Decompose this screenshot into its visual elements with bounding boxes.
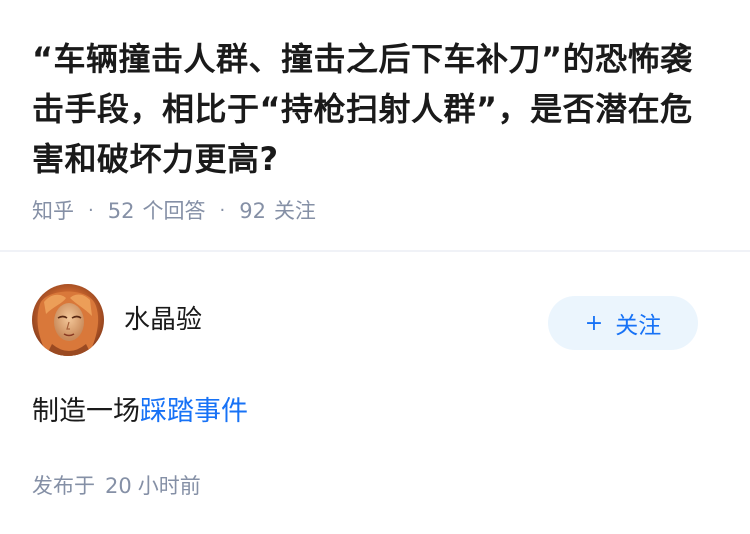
- question-meta: 知乎 · 52 个回答 · 92 关注: [32, 196, 718, 226]
- source-label[interactable]: 知乎: [32, 196, 74, 226]
- answers-label: 个回答: [142, 199, 206, 223]
- zhihu-answer-page: “车辆撞击人群、撞击之后下车补刀”的恐怖袭击手段，相比于“持枪扫射人群”，是否潜…: [0, 0, 750, 534]
- answer-text: 制造一场: [32, 396, 140, 427]
- plus-icon: +: [584, 310, 604, 336]
- separator-dot: ·: [88, 200, 94, 221]
- author-row: 水晶验 + 关注: [32, 284, 698, 356]
- question-title[interactable]: “车辆撞击人群、撞击之后下车补刀”的恐怖袭击手段，相比于“持枪扫射人群”，是否潜…: [32, 34, 718, 184]
- answer-card: 水晶验 + 关注 制造一场踩踏事件 发布于 20 小时前: [32, 284, 698, 500]
- author-avatar[interactable]: [32, 284, 104, 356]
- answer-content: 制造一场踩踏事件: [32, 392, 698, 432]
- author-name[interactable]: 水晶验: [124, 299, 548, 336]
- followers-label: 关注: [273, 199, 316, 223]
- publish-time-value: 20: [105, 474, 132, 498]
- answers-count: 52: [107, 199, 135, 223]
- section-divider: [0, 250, 750, 252]
- publish-time: 发布于 20 小时前: [32, 470, 698, 500]
- publish-time-unit: 小时前: [137, 474, 201, 498]
- question-header: “车辆撞击人群、撞击之后下车补刀”的恐怖袭击手段，相比于“持枪扫射人群”，是否潜…: [0, 0, 750, 226]
- publish-time-prefix: 发布于: [32, 474, 95, 498]
- follow-button[interactable]: + 关注: [548, 296, 698, 350]
- answer-keyword-link[interactable]: 踩踏事件: [140, 396, 248, 427]
- avatar-portrait-icon: [32, 284, 104, 356]
- followers-count: 92: [239, 199, 266, 223]
- separator-dot: ·: [219, 200, 226, 221]
- follow-button-label: 关注: [615, 313, 662, 339]
